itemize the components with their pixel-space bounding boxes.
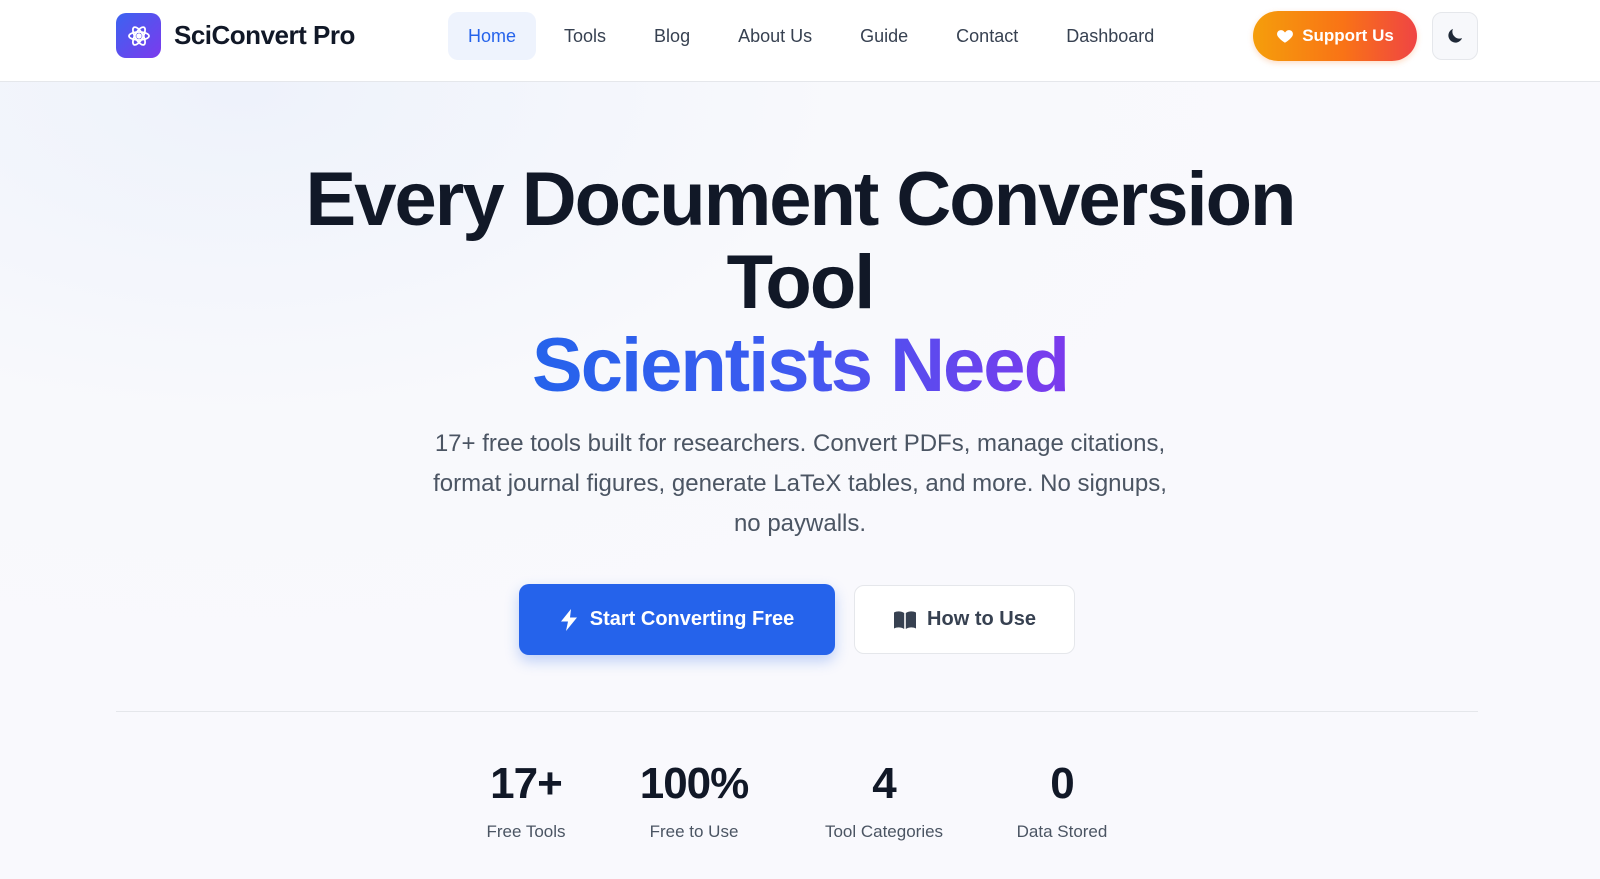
page: SciConvert Pro Home Tools Blog About Us … [0, 0, 1600, 879]
start-converting-button[interactable]: Start Converting Free [519, 584, 835, 655]
stat-value: 17+ [490, 759, 563, 808]
stat-label: Data Stored [1016, 822, 1108, 841]
nav-item-tools[interactable]: Tools [544, 12, 626, 60]
main-nav: Home Tools Blog About Us Guide Contact D… [448, 12, 1174, 60]
theme-toggle-button[interactable] [1432, 12, 1478, 60]
stat-value: 0 [1050, 759, 1074, 808]
stat-label: Free to Use [649, 822, 739, 841]
nav-item-about-us[interactable]: About Us [718, 12, 832, 60]
start-converting-label: Start Converting Free [589, 608, 795, 630]
hero-title-line2: Tool [726, 240, 876, 325]
stat-tool-categories: 4 Tool Categories [794, 758, 974, 842]
hero-title: Every Document Conversion Tool Scientist… [0, 158, 1600, 407]
hero-title-line1: Every Document Conversion [305, 157, 1297, 242]
hero-title-highlight: Scientists Need [532, 323, 1070, 408]
nav-item-dashboard[interactable]: Dashboard [1046, 12, 1174, 60]
nav-item-contact[interactable]: Contact [936, 12, 1038, 60]
lightning-icon [560, 608, 578, 631]
heart-icon [1276, 27, 1294, 45]
nav-item-guide[interactable]: Guide [840, 12, 928, 60]
nav-item-home[interactable]: Home [448, 12, 537, 60]
brand-link[interactable]: SciConvert Pro [116, 13, 355, 58]
support-us-label: Support Us [1302, 26, 1394, 45]
moon-icon [1445, 26, 1465, 46]
stat-label: Free Tools [486, 822, 566, 841]
stat-value: 4 [872, 759, 896, 808]
stat-label: Tool Categories [824, 822, 944, 841]
book-icon [893, 610, 917, 630]
atom-icon [116, 13, 161, 58]
support-us-button[interactable]: Support Us [1253, 11, 1417, 61]
stat-value: 100% [639, 759, 750, 808]
site-header: SciConvert Pro Home Tools Blog About Us … [0, 0, 1600, 82]
divider [116, 711, 1478, 712]
how-to-use-label: How to Use [927, 608, 1036, 630]
hero-subtitle: 17+ free tools built for researchers. Co… [433, 430, 1167, 537]
stat-data-stored: 0 Data Stored [982, 758, 1142, 842]
stat-free-tools: 17+ Free Tools [446, 758, 606, 842]
brand-name: SciConvert Pro [174, 20, 355, 50]
nav-item-blog[interactable]: Blog [634, 12, 710, 60]
stat-free-to-use: 100% Free to Use [614, 758, 774, 842]
how-to-use-button[interactable]: How to Use [854, 585, 1075, 654]
